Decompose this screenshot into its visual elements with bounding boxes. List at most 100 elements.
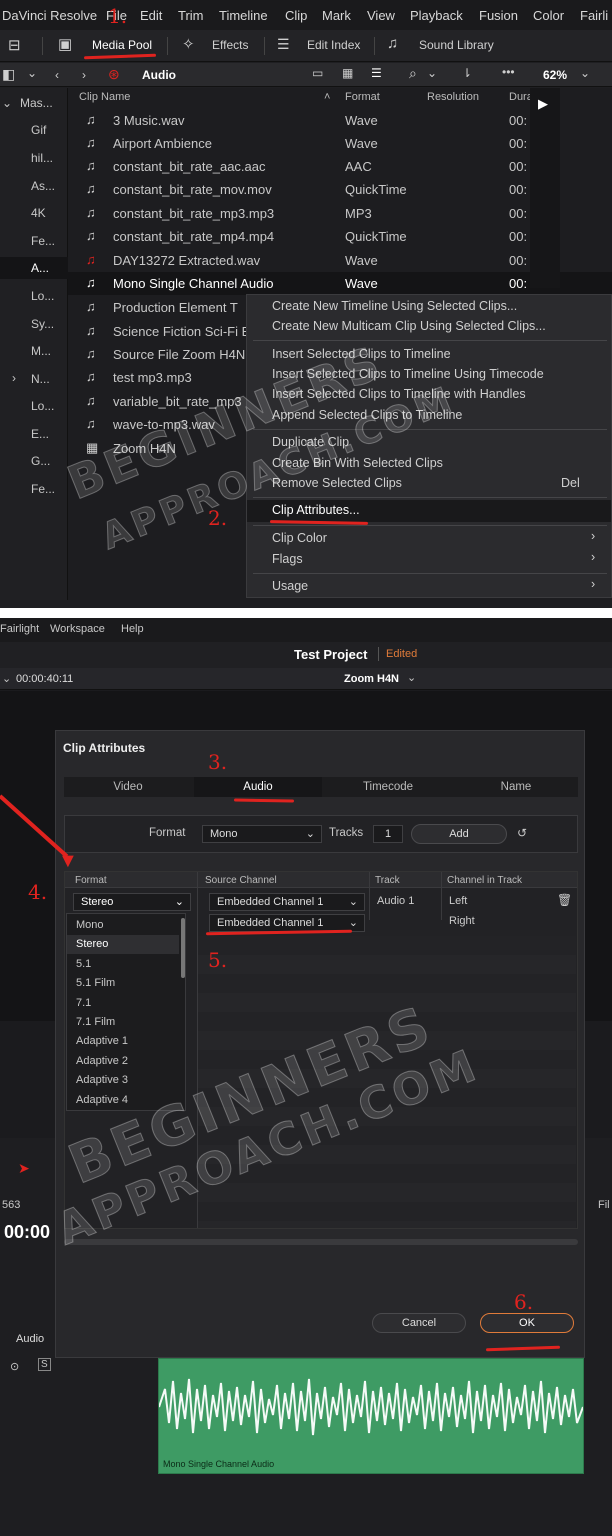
back-icon[interactable]: ‹ [55, 68, 59, 82]
forward-icon[interactable]: › [82, 68, 86, 82]
pointer-tool-icon[interactable]: ➤ [18, 1160, 30, 1177]
menu-clip[interactable]: Clip [285, 8, 307, 23]
media-pool-button[interactable]: Media Pool [92, 38, 152, 52]
bin-fe-2[interactable]: Fe... [31, 482, 55, 496]
timeline-timecode: 00:00 [4, 1222, 51, 1242]
zoom-chevron-icon[interactable]: ⌄ [580, 66, 590, 80]
chevron-down-icon[interactable]: ⌄ [407, 671, 416, 684]
menu-fusion[interactable]: Fusion [479, 8, 518, 23]
zoom-level[interactable]: 62% [543, 68, 567, 82]
solo-icon[interactable]: S [38, 1358, 51, 1371]
more-options-icon[interactable]: ••• [502, 65, 515, 79]
row-format-select[interactable]: Stereo ⌄ [73, 893, 191, 911]
format-option-selected[interactable]: Stereo [67, 935, 179, 954]
bin-audio-selected[interactable]: A... [0, 257, 68, 279]
bin-e[interactable]: E... [31, 427, 49, 441]
bin-lo[interactable]: Lo... [31, 289, 54, 303]
menu-create-timeline[interactable]: Create New Timeline Using Selected Clips… [272, 299, 517, 313]
bin-g[interactable]: G... [31, 454, 50, 468]
tab-video[interactable]: Video [64, 777, 192, 797]
menu-davinci-resolve[interactable]: DaVinci Resolve [2, 8, 97, 23]
sort-asc-icon[interactable]: ˄ [324, 91, 330, 103]
chevron-down-icon[interactable]: ⌄ [2, 96, 12, 110]
list-view-icon[interactable]: ☰ [371, 66, 382, 80]
menu-usage[interactable]: Usage [272, 579, 308, 593]
bin-hil[interactable]: hil... [31, 151, 53, 165]
bin-as[interactable]: As... [31, 179, 55, 193]
bin-gif[interactable]: Gif [31, 123, 46, 137]
audio-clip-icon: ♫ [86, 393, 96, 408]
horizontal-scrollbar[interactable] [64, 1239, 578, 1245]
menu-fairlight[interactable]: Fairlight [0, 623, 39, 635]
cancel-button[interactable]: Cancel [372, 1313, 466, 1333]
timeline-audio-clip[interactable]: Mono Single Channel Audio [158, 1358, 584, 1474]
chevron-down-icon[interactable]: ⌄ [2, 672, 11, 685]
metadata-view-icon[interactable]: ▭ [312, 66, 323, 80]
tab-name[interactable]: Name [454, 777, 578, 797]
format-select[interactable]: Mono ⌄ [202, 825, 322, 843]
viewer-clip-name[interactable]: Zoom H4N [344, 673, 399, 685]
format-option[interactable]: 5.1 [67, 955, 179, 974]
menu-timeline[interactable]: Timeline [219, 8, 268, 23]
menu-playback[interactable]: Playback [410, 8, 463, 23]
tab-timecode[interactable]: Timecode [324, 777, 452, 797]
format-option[interactable]: Adaptive 2 [67, 1052, 179, 1071]
menu-create-multicam[interactable]: Create New Multicam Clip Using Selected … [272, 319, 546, 333]
timecode-display[interactable]: 00:00:40:11 [16, 673, 73, 685]
chevron-right-icon[interactable]: › [12, 371, 16, 385]
bin-4k[interactable]: 4K [31, 206, 46, 220]
tab-audio[interactable]: Audio [194, 777, 322, 797]
bin-master[interactable]: Mas... [20, 96, 53, 110]
tracks-input[interactable]: 1 [373, 825, 403, 843]
source-channel-select-1[interactable]: Embedded Channel 1 ⌄ [209, 893, 365, 911]
menu-mark[interactable]: Mark [322, 8, 351, 23]
search-chevron-icon[interactable]: ⌄ [427, 66, 437, 80]
trash-icon[interactable]: 🗑 [557, 893, 572, 907]
add-button[interactable]: Add [411, 824, 507, 844]
menu-edit[interactable]: Edit [140, 8, 162, 23]
sort-icon[interactable]: ⇂ [462, 66, 472, 80]
format-option[interactable]: Mono [67, 916, 179, 935]
column-resolution[interactable]: Resolution [427, 91, 479, 103]
play-icon[interactable]: ▶ [538, 96, 548, 112]
right-cut-label: Fil [598, 1199, 610, 1211]
menu-clip-attributes[interactable]: Clip Attributes... [272, 503, 360, 517]
bin-list: ⌄ Mas... Gif hil... As... 4K Fe... A... … [0, 88, 68, 600]
ok-button[interactable]: OK [480, 1313, 574, 1333]
format-option[interactable]: 7.1 Film [67, 1013, 179, 1032]
audio-clip-icon: ♫ [86, 158, 96, 173]
bin-n[interactable]: N... [31, 372, 50, 386]
annotation-step-3: 3. [208, 750, 228, 774]
format-option[interactable]: Adaptive 3 [67, 1071, 179, 1090]
eye-icon[interactable]: ⊙ [10, 1360, 19, 1373]
sound-library-button[interactable]: Sound Library [419, 38, 494, 52]
search-icon[interactable]: ⌕ [409, 65, 417, 82]
effects-button[interactable]: Effects [212, 38, 248, 52]
column-format[interactable]: Format [345, 91, 380, 103]
bin-m[interactable]: M... [31, 344, 51, 358]
bin-lo-2[interactable]: Lo... [31, 399, 54, 413]
menu-clip-color[interactable]: Clip Color [272, 531, 327, 545]
thumbnail-view-icon[interactable]: ▦ [342, 66, 353, 80]
format-option[interactable]: 5.1 Film [67, 974, 179, 993]
format-option[interactable]: 7.1 [67, 994, 179, 1013]
menu-color[interactable]: Color [533, 8, 564, 23]
menu-fairlight[interactable]: Fairli [580, 8, 608, 23]
audio-clip-icon: ♫ [86, 252, 96, 267]
format-option[interactable]: Adaptive 1 [67, 1032, 179, 1051]
menu-trim[interactable]: Trim [178, 8, 204, 23]
audio-track-label: Audio [16, 1333, 45, 1345]
menu-help[interactable]: Help [121, 623, 144, 635]
chevron-down-icon[interactable]: ⌄ [27, 66, 37, 80]
reset-icon[interactable]: ↺ [517, 826, 527, 840]
menu-flags[interactable]: Flags [272, 552, 303, 566]
menu-view[interactable]: View [367, 8, 395, 23]
bin-sy[interactable]: Sy... [31, 317, 54, 331]
dropdown-scrollbar[interactable] [181, 918, 185, 978]
bin-list-toggle-icon[interactable]: ◧ [2, 66, 15, 83]
menu-workspace[interactable]: Workspace [50, 623, 105, 635]
edit-index-button[interactable]: Edit Index [307, 38, 360, 52]
bin-fe[interactable]: Fe... [31, 234, 55, 248]
column-clip-name[interactable]: Clip Name [79, 91, 130, 103]
panel-layout-icon[interactable]: ⊟ [8, 36, 21, 54]
